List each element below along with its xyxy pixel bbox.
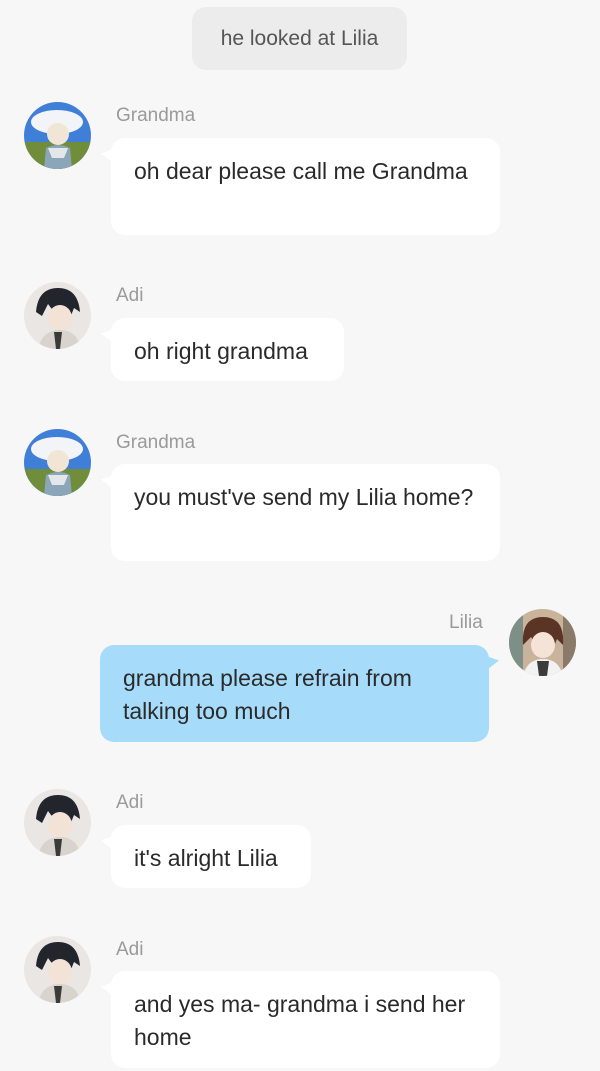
adi-avatar[interactable] <box>24 789 91 856</box>
adi-avatar[interactable] <box>24 936 91 1003</box>
message-text: oh dear please call me Grandma <box>134 158 468 184</box>
sender-name: Grandma <box>116 432 196 453</box>
sender-name: Adi <box>116 792 144 813</box>
message-text: and yes ma- grandma i send her home <box>134 991 466 1050</box>
message-bubble[interactable]: oh right grandma <box>111 318 344 381</box>
sender-name: Adi <box>116 939 144 960</box>
message-bubble[interactable]: grandma please refrain from talking too … <box>100 645 489 742</box>
message-bubble[interactable]: it's alright Lilia <box>111 825 311 888</box>
system-note: he looked at Lilia <box>192 7 407 70</box>
message-text: grandma please refrain from talking too … <box>123 665 412 724</box>
message-text: you must've send my Lilia home? <box>134 484 474 510</box>
lilia-avatar[interactable] <box>509 609 576 676</box>
sender-name: Adi <box>116 285 144 306</box>
sender-name: Lilia <box>449 612 483 633</box>
grandma-avatar[interactable] <box>24 102 91 169</box>
message-text: it's alright Lilia <box>134 845 278 871</box>
grandma-avatar[interactable] <box>24 429 91 496</box>
adi-avatar[interactable] <box>24 282 91 349</box>
message-bubble[interactable]: oh dear please call me Grandma <box>111 138 500 235</box>
sender-name: Grandma <box>116 105 196 126</box>
system-note-text: he looked at Lilia <box>220 26 379 50</box>
message-bubble[interactable]: you must've send my Lilia home? <box>111 464 500 561</box>
message-bubble[interactable]: and yes ma- grandma i send her home <box>111 971 500 1068</box>
message-text: oh right grandma <box>134 338 308 364</box>
